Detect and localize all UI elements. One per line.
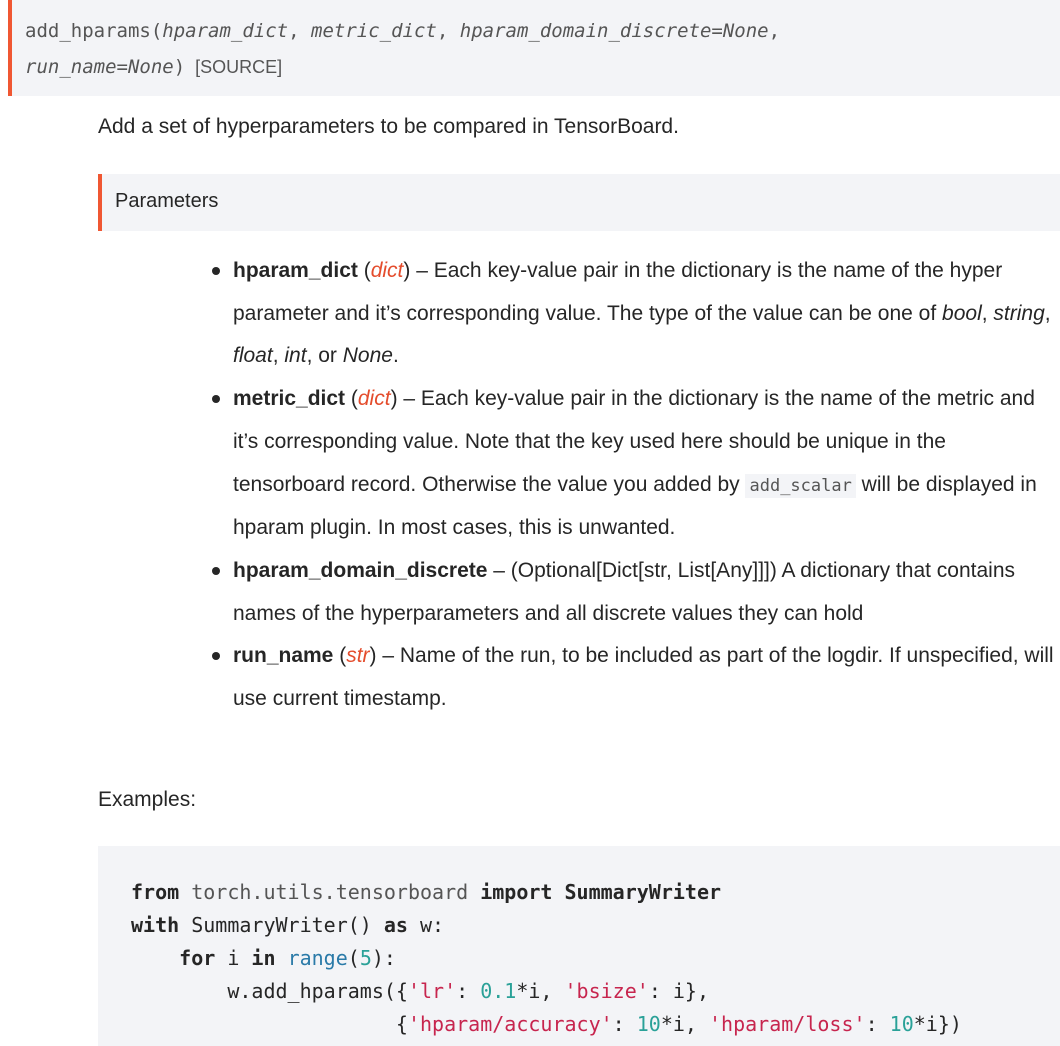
function-summary: Add a set of hyperparameters to be compa… (98, 115, 679, 138)
code-text: ( (347, 946, 360, 970)
type-float: float (233, 344, 273, 368)
keyword: in (251, 946, 276, 970)
code-text: ): (371, 946, 396, 970)
type-int: int (284, 344, 307, 368)
param-name: metric_dict (233, 387, 346, 411)
code-line: for i in range(5): (131, 942, 1060, 975)
parameters-heading: Parameters (98, 174, 1060, 231)
type-string: string (993, 301, 1045, 325)
keyword: with (131, 913, 180, 937)
code-line: from torch.utils.tensorboard import Summ… (131, 876, 1060, 909)
examples-label: Examples: (98, 788, 197, 811)
string-literal: 'hparam/accuracy' (407, 1012, 613, 1036)
code-text: *i, (516, 979, 565, 1003)
param-type[interactable]: dict (371, 259, 404, 282)
type-bool: bool (942, 301, 982, 325)
number-literal: 5 (359, 946, 372, 970)
function-signature: add_hparams(hparam_dict, metric_dict, hp… (8, 0, 1060, 96)
code-text: SummaryWriter() (179, 913, 384, 937)
param-item-metric-dict: metric_dict (dict) – Each key-value pair… (212, 378, 1060, 550)
text-separator: , (272, 344, 285, 368)
text-separator: , (1044, 301, 1051, 325)
code-text: { (131, 1012, 408, 1036)
code-text: *i, (660, 1012, 710, 1036)
param-name: run_name (233, 644, 334, 668)
inline-code: add_scalar (745, 473, 856, 498)
function-name: add_hparams (25, 20, 151, 42)
param-item-run-name: run_name (str) – Name of the run, to be … (212, 635, 1060, 720)
close-paren: ) (173, 56, 186, 78)
code-line: {'hparam/accuracy': 10*i, 'hparam/loss':… (131, 1008, 1060, 1041)
param-name: hparam_domain_discrete (233, 558, 488, 582)
param-name: hparam_dict (233, 259, 358, 282)
param-hparam-dict: hparam_dict (162, 20, 289, 42)
text-separator: . (392, 344, 399, 368)
keyword: for (179, 946, 216, 970)
param-type[interactable]: dict (358, 387, 391, 410)
string-literal: 'bsize' (564, 979, 649, 1003)
separator: , (768, 20, 781, 42)
keyword: from (131, 880, 180, 904)
code-text: : (456, 979, 481, 1003)
signature-line-1: add_hparams(hparam_dict, metric_dict, hp… (25, 13, 1060, 49)
separator: , (436, 20, 460, 42)
code-example[interactable]: from torch.utils.tensorboard import Summ… (98, 846, 1060, 1046)
parameters-list: hparam_dict (dict) – Each key-value pair… (212, 250, 1060, 721)
code-text: *i}) (913, 1012, 962, 1036)
code-line: with SummaryWriter() as w: (131, 909, 1060, 942)
code-text: i (215, 946, 252, 970)
text-separator: , (981, 301, 994, 325)
param-item-hparam-dict: hparam_dict (dict) – Each key-value pair… (212, 250, 1060, 378)
import-name: SummaryWriter (552, 880, 722, 904)
string-literal: 'lr' (407, 979, 457, 1003)
param-hparam-domain-discrete: hparam_domain_discrete=None (459, 20, 769, 42)
builtin: range (287, 946, 348, 970)
keyword: import (480, 880, 553, 904)
number-literal: 0.1 (480, 979, 517, 1003)
string-literal: 'hparam/loss' (709, 1012, 866, 1036)
code-text: w.add_hparams({ (131, 979, 408, 1003)
param-metric-dict: metric_dict (311, 20, 437, 42)
text-separator: , or (306, 344, 343, 368)
separator: , (288, 20, 312, 42)
type-none: None (342, 344, 393, 368)
code-text: : (865, 1012, 890, 1036)
open-paren: ( (150, 20, 163, 42)
param-run-name: run_name=None (25, 56, 174, 78)
number-literal: 10 (889, 1012, 914, 1036)
code-text: : (612, 1012, 637, 1036)
source-link[interactable]: [SOURCE] (195, 57, 282, 77)
module-name: torch.utils.tensorboard (179, 880, 481, 904)
code-text: : i}, (648, 979, 710, 1003)
param-item-hparam-domain-discrete: hparam_domain_discrete – (Optional[Dict[… (212, 550, 1060, 635)
keyword: as (383, 913, 408, 937)
code-text: w: (407, 913, 445, 937)
signature-line-2: run_name=None) [SOURCE] (25, 49, 1060, 85)
code-line: w.add_hparams({'lr': 0.1*i, 'bsize': i}, (131, 975, 1060, 1008)
number-literal: 10 (636, 1012, 661, 1036)
param-type[interactable]: str (346, 644, 369, 667)
